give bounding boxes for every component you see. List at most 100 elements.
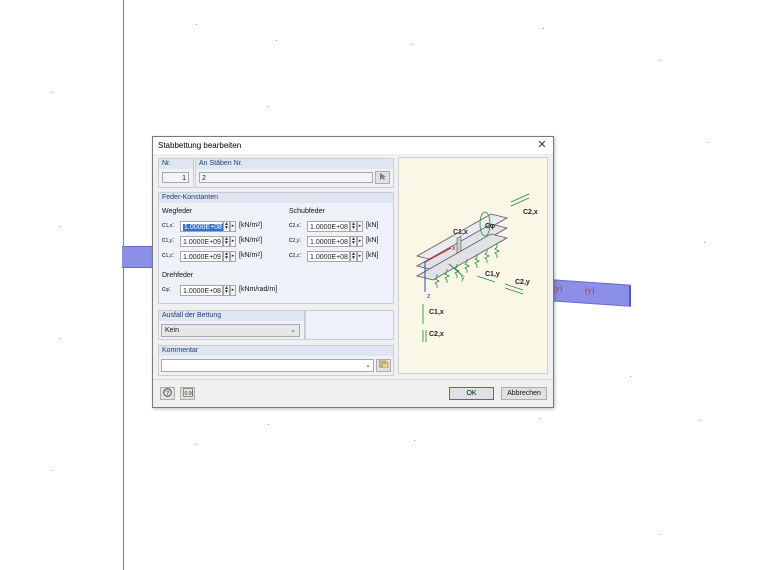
cphi-menu-button[interactable]: ▸: [230, 285, 236, 296]
grid-point: [60, 338, 61, 339]
comment-panel: Kommentar ⌄: [158, 345, 394, 376]
units-button[interactable]: 0.00: [180, 387, 195, 400]
grid-point: [414, 440, 415, 441]
spring-constants-panel: Feder-Konstanten Wegfeder Schubfeder c1,…: [158, 192, 394, 304]
failure-label: Ausfall der Bettung: [162, 312, 222, 319]
c2z-menu-button[interactable]: ▸: [357, 251, 363, 262]
grid-point: [196, 24, 197, 25]
cancel-button[interactable]: Abbrechen: [501, 387, 547, 400]
member-end: [629, 286, 631, 306]
nr-panel: Nr. 1: [158, 158, 194, 188]
members-field[interactable]: 2: [199, 172, 373, 183]
comment-field[interactable]: ⌄: [161, 359, 374, 372]
close-icon[interactable]: ✕: [535, 138, 549, 152]
ok-button[interactable]: OK: [449, 387, 494, 400]
c2x-label: c2,x:: [289, 222, 302, 229]
grid-point: [276, 40, 277, 41]
y-axis-label: y: [461, 275, 465, 282]
c1x-spinner[interactable]: ▲ ▼: [223, 221, 230, 232]
c2z-unit: [kN]: [366, 252, 379, 259]
footer-separator: [153, 379, 553, 380]
members-label: An Stäben Nr.: [199, 160, 243, 167]
cphi-label: cφ:: [162, 286, 171, 293]
c2y-field[interactable]: 1.0000E+08: [307, 236, 350, 247]
c1z-menu-button[interactable]: ▸: [230, 251, 236, 262]
grid-point: [700, 420, 701, 421]
translational-spring-label: Wegfeder: [162, 208, 193, 215]
nr-field[interactable]: 1: [162, 172, 189, 183]
grid-point: [704, 242, 705, 243]
units-icon: 0.00: [182, 388, 194, 397]
rotational-spring-label: Drehfeder: [162, 272, 194, 279]
failure-panel: Ausfall der Bettung Kein ⌄: [158, 310, 305, 340]
help-button[interactable]: ?: [160, 387, 175, 400]
c1x-diagram-label-bottom: C1,x: [429, 309, 444, 316]
c1y-field[interactable]: 1.0000E+09: [180, 236, 223, 247]
c2y-unit: [kN]: [366, 237, 379, 244]
c1x-field[interactable]: 1.0000E+08: [180, 221, 223, 232]
chevron-down-icon: ⌄: [290, 327, 296, 334]
c2x-diagram-label-top: C2,x: [523, 209, 538, 216]
c2x-field[interactable]: 1.0000E+08: [307, 221, 350, 232]
dialog-titlebar[interactable]: Stabbettung bearbeiten ✕: [153, 137, 553, 154]
chevron-down-icon: ⌄: [365, 362, 371, 369]
c1x-unit: [kN/m2]: [239, 222, 263, 229]
c2x-spinner[interactable]: ▲ ▼: [350, 221, 357, 232]
c2y-diagram-label: C2,y: [515, 279, 530, 286]
c1y-label: c1,y:: [162, 237, 175, 244]
cphi-field[interactable]: 1.0000E+08: [180, 285, 223, 296]
failure-value: Kein: [165, 327, 180, 334]
grid-point: [60, 226, 61, 227]
z-axis-label: z: [427, 293, 431, 300]
c2y-menu-button[interactable]: ▸: [357, 236, 363, 247]
c1z-label: c1,z:: [162, 252, 175, 259]
c1x-diagram-label: C1,x: [453, 229, 468, 236]
edit-member-support-dialog[interactable]: Stabbettung bearbeiten ✕ Nr. 1 An Stäben…: [152, 136, 554, 408]
help-icon: ?: [163, 388, 172, 397]
x-axis-label: x: [452, 245, 456, 252]
pick-members-button[interactable]: [375, 171, 390, 184]
cphi-spinner[interactable]: ▲ ▼: [223, 285, 230, 296]
empty-panel: [305, 310, 394, 340]
c2y-spinner[interactable]: ▲ ▼: [350, 236, 357, 247]
svg-text:0.00: 0.00: [184, 391, 193, 397]
grid-point: [52, 470, 53, 471]
c2x-unit: [kN]: [366, 222, 379, 229]
c1x-menu-button[interactable]: ▸: [230, 221, 236, 232]
c1y-menu-button[interactable]: ▸: [230, 236, 236, 247]
grid-point: [630, 376, 631, 377]
shear-spring-label: Schubfeder: [289, 208, 325, 215]
member-axis-label-2: (y): [585, 286, 595, 295]
grid-point: [660, 60, 661, 61]
failure-select[interactable]: Kein ⌄: [161, 324, 300, 337]
comment-library-button[interactable]: [376, 359, 391, 372]
dialog-title: Stabbettung bearbeiten: [158, 141, 242, 150]
c2z-label: c2,z:: [289, 252, 302, 259]
c1z-unit: [kN/m2]: [239, 252, 263, 259]
cphi-unit: [kNm/rad/m]: [239, 286, 278, 293]
c1y-spinner[interactable]: ▲ ▼: [223, 236, 230, 247]
c2x-diagram-label-bottom: C2,x: [429, 331, 444, 338]
c2z-spinner[interactable]: ▲ ▼: [350, 251, 357, 262]
grid-line: [123, 0, 124, 570]
support-diagram: x z y C1,x Cφ C2,x C1,y C2,y C1,x C2,x: [398, 157, 548, 374]
c2y-label: c2,y:: [289, 237, 302, 244]
spring-constants-label: Feder-Konstanten: [162, 194, 219, 201]
c2x-menu-button[interactable]: ▸: [357, 221, 363, 232]
grid-point: [196, 444, 197, 445]
select-cursor-icon: [380, 173, 386, 180]
grid-point: [268, 106, 269, 107]
cphi-diagram-label: Cφ: [485, 223, 495, 230]
c1z-field[interactable]: 1.0000E+09: [180, 251, 223, 262]
c2z-field[interactable]: 1.0000E+08: [307, 251, 350, 262]
member-segment-left[interactable]: [122, 246, 154, 268]
c1y-diagram-label: C1,y: [485, 271, 500, 278]
grid-point: [708, 142, 709, 143]
grid-point: [268, 424, 269, 425]
c1z-spinner[interactable]: ▲ ▼: [223, 251, 230, 262]
c1x-label: c1,x:: [162, 222, 175, 229]
grid-point: [540, 418, 541, 419]
grid-point: [543, 28, 544, 29]
grid-point: [52, 92, 53, 93]
members-panel: An Stäben Nr. 2: [195, 158, 394, 188]
